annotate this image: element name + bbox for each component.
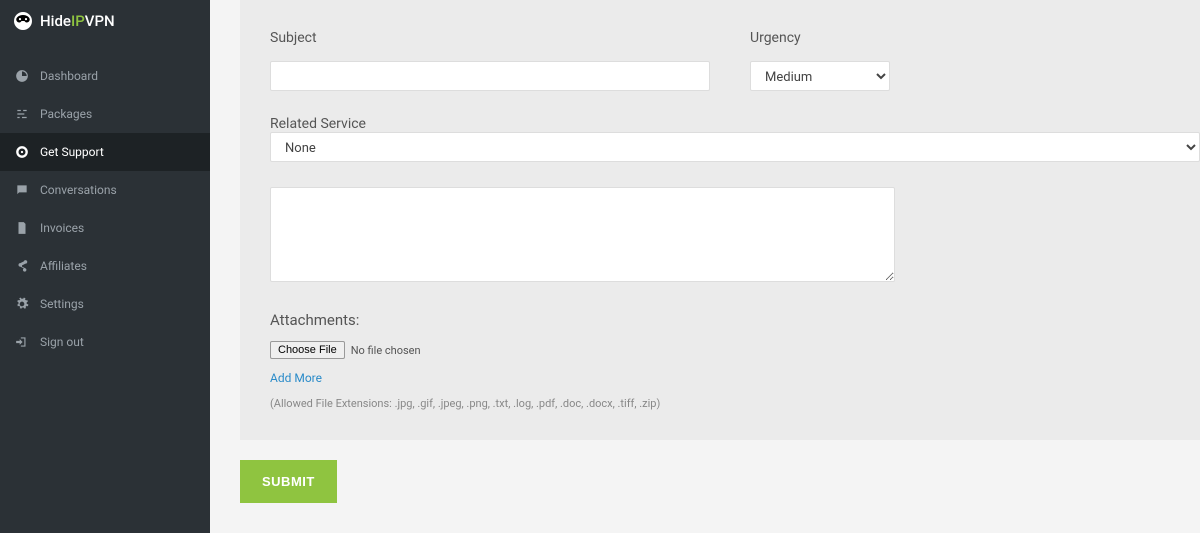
main-content: Subject Urgency Medium Related Service N… xyxy=(210,0,1200,533)
brand-logo[interactable]: HideIPVPN xyxy=(0,0,210,42)
sidebar-item-label: Get Support xyxy=(40,145,104,159)
ticket-form: Subject Urgency Medium Related Service N… xyxy=(240,0,1200,440)
no-file-text: No file chosen xyxy=(351,344,421,357)
mask-icon xyxy=(14,12,32,30)
add-more-link[interactable]: Add More xyxy=(270,371,322,385)
chat-icon xyxy=(14,183,30,197)
related-service-label: Related Service xyxy=(270,116,366,132)
sidebar-item-label: Dashboard xyxy=(40,69,98,83)
attachments-heading: Attachments: xyxy=(270,311,1200,329)
sidebar-item-label: Affiliates xyxy=(40,259,87,273)
extensions-hint: (Allowed File Extensions: .jpg, .gif, .j… xyxy=(270,397,1200,410)
sidebar: HideIPVPN Dashboard Packages Get Support… xyxy=(0,0,210,533)
subject-input[interactable] xyxy=(270,61,710,91)
sidebar-item-get-support[interactable]: Get Support xyxy=(0,133,210,171)
choose-file-button[interactable]: Choose File xyxy=(270,341,345,359)
sidebar-item-label: Packages xyxy=(40,107,92,121)
related-service-select[interactable]: None xyxy=(270,132,1200,162)
share-icon xyxy=(14,259,30,273)
submit-button[interactable]: SUBMIT xyxy=(240,460,337,503)
sign-out-icon xyxy=(14,335,30,349)
urgency-label: Urgency xyxy=(750,30,890,46)
gear-icon xyxy=(14,297,30,311)
gauge-icon xyxy=(14,69,30,83)
sidebar-item-label: Invoices xyxy=(40,221,84,235)
sidebar-item-packages[interactable]: Packages xyxy=(0,95,210,133)
sliders-icon xyxy=(14,107,30,121)
sidebar-item-settings[interactable]: Settings xyxy=(0,285,210,323)
sidebar-item-label: Sign out xyxy=(40,335,84,349)
sidebar-item-label: Settings xyxy=(40,297,84,311)
sidebar-item-sign-out[interactable]: Sign out xyxy=(0,323,210,361)
sidebar-item-invoices[interactable]: Invoices xyxy=(0,209,210,247)
document-icon xyxy=(14,221,30,235)
sidebar-nav: Dashboard Packages Get Support Conversat… xyxy=(0,57,210,361)
urgency-select[interactable]: Medium xyxy=(750,61,890,91)
sidebar-item-label: Conversations xyxy=(40,183,117,197)
lifebuoy-icon xyxy=(14,145,30,159)
sidebar-item-conversations[interactable]: Conversations xyxy=(0,171,210,209)
sidebar-item-dashboard[interactable]: Dashboard xyxy=(0,57,210,95)
message-textarea[interactable] xyxy=(270,187,895,282)
subject-label: Subject xyxy=(270,30,710,46)
sidebar-item-affiliates[interactable]: Affiliates xyxy=(0,247,210,285)
